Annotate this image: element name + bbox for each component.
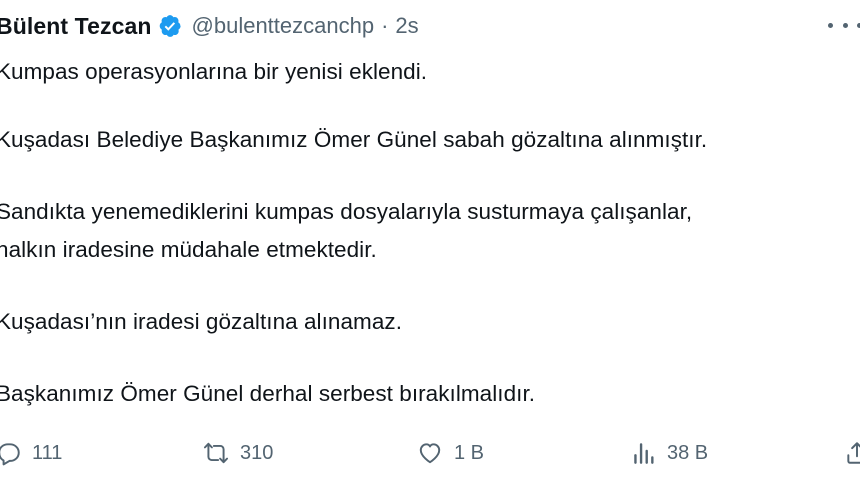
more-options-icon[interactable] [828, 14, 860, 36]
reply-icon [0, 440, 22, 466]
tweet-paragraph: Sandıkta yenemediklerini kumpas dosyalar… [0, 199, 693, 224]
views-icon [631, 440, 657, 466]
share-button[interactable] [844, 438, 860, 468]
tweet-paragraph: halkın iradesine müdahale etmektedir. [0, 237, 377, 262]
like-count: 1 B [454, 441, 485, 464]
tweet-header: Bülent Tezcan @bulenttezcanchp · 2s [0, 8, 419, 44]
tweet-actions: 111 310 1 B 38 B [0, 438, 860, 468]
tweet-timestamp[interactable]: 2s [395, 13, 418, 39]
reply-button[interactable]: 111 [0, 438, 62, 468]
tweet-paragraph: Kumpas operasyonlarına bir yenisi eklend… [0, 59, 428, 84]
retweet-button[interactable]: 310 [202, 438, 273, 468]
heart-icon [416, 440, 444, 466]
separator-dot: · [381, 13, 389, 38]
tweet: Bülent Tezcan @bulenttezcanchp · 2s Kump… [0, 0, 860, 504]
author-name[interactable]: Bülent Tezcan [0, 13, 152, 40]
verified-badge-icon [158, 14, 182, 38]
tweet-paragraph: Başkanımız Ömer Günel derhal serbest bır… [0, 381, 536, 406]
reply-count: 111 [32, 441, 63, 464]
retweet-count: 310 [240, 441, 274, 464]
retweet-icon [202, 440, 230, 466]
author-handle[interactable]: @bulenttezcanchp [192, 13, 375, 39]
tweet-paragraph: Kuşadası’nın iradesi gözaltına alınamaz. [0, 309, 402, 334]
views-button[interactable]: 38 B [631, 438, 708, 468]
tweet-paragraph: Kuşadası Belediye Başkanımız Ömer Günel … [0, 127, 708, 152]
share-icon [844, 440, 860, 466]
like-button[interactable]: 1 B [416, 438, 484, 468]
views-count: 38 B [667, 441, 709, 464]
